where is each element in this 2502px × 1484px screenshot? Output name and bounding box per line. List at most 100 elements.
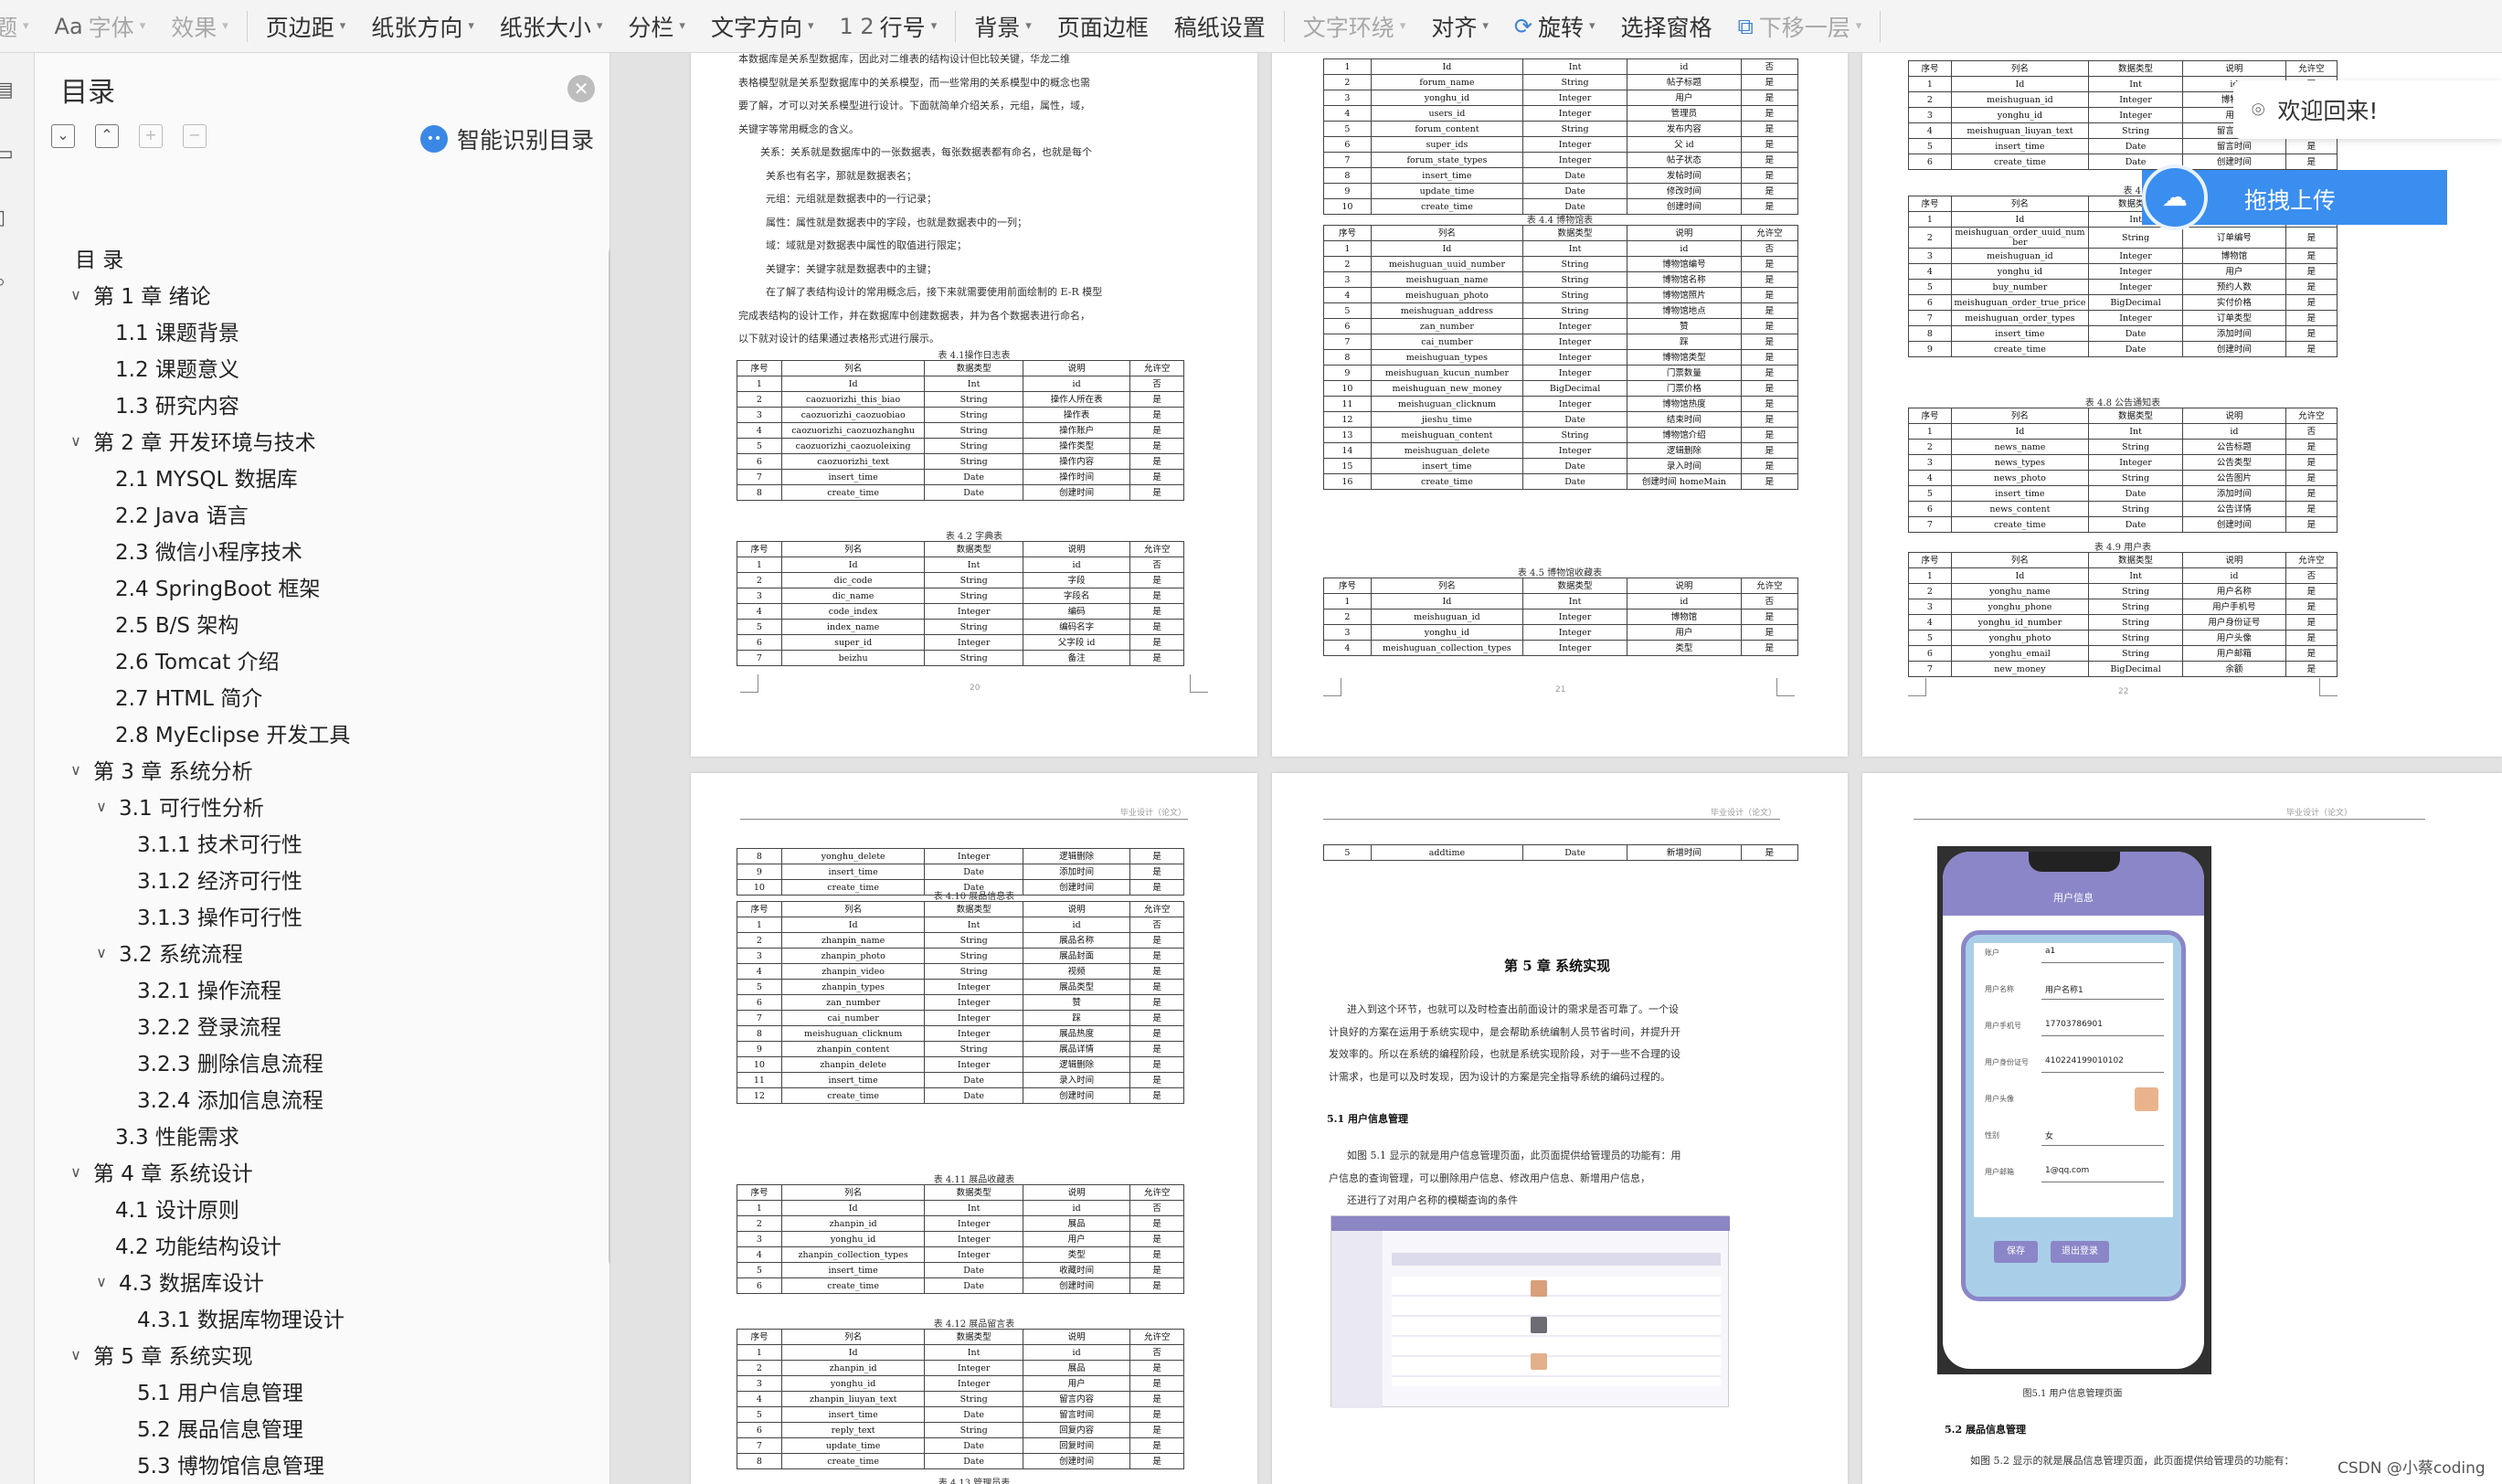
toolbar-item-7[interactable]: 文字方向 ▾ [698,0,827,52]
table-cell: Integer [1521,640,1628,656]
chevron-down-icon[interactable]: ∨ [64,432,88,450]
toc-item[interactable]: ∨ 第 2 章 开发环境与技术 [64,422,315,459]
avatar[interactable] [2135,1087,2158,1111]
toolbar-item-14[interactable]: ⟳ 旋转 ▾ [1501,0,1608,52]
toolbar-item-16[interactable]: ⧉ 下移一层 ▾ [1725,0,1875,52]
bookmark-icon[interactable]: ▯ [0,207,18,238]
smart-toc-button[interactable]: •• 智能识别目录 [420,122,594,155]
toc-item[interactable]: 2.6 Tomcat 介绍 [115,641,280,678]
phone-field-value[interactable]: 女 [2041,1129,2164,1146]
table-cell: create_time [780,1453,926,1469]
demote-level-icon[interactable]: − [183,124,207,148]
phone-field-value[interactable]: 用户名称1 [2041,983,2164,1000]
table-cell: 12 [737,1087,782,1104]
toolbar-item-0[interactable]: 题▾ [0,0,42,52]
toolbar-item-4[interactable]: 纸张方向 ▾ [358,0,487,52]
toc-item[interactable]: 1.2 课题意义 [115,349,239,386]
toc-item[interactable]: ∨ 第 4 章 系统设计 [64,1153,252,1190]
table-cell: Integer [924,603,1023,620]
table-cell: 是 [1740,349,1799,366]
toolbar-item-1[interactable]: Aa 字体 ▾ [42,0,159,52]
toc-item[interactable]: 2.3 微信小程序技术 [115,532,302,568]
toc-item[interactable]: 1.3 研究内容 [115,386,239,422]
table-cell: 用户 [1627,90,1742,106]
chevron-down-icon: ▾ [139,19,146,33]
toc-item[interactable]: 5.2 展品信息管理 [137,1409,303,1446]
toc-item[interactable]: 3.2.2 登录流程 [137,1007,281,1044]
table-cell: dic_name [780,588,926,604]
toolbar-item-13[interactable]: 对齐 ▾ [1418,0,1501,52]
table-cell: id [1022,556,1131,573]
toc-item[interactable]: ∨ 3.2 系统流程 [90,934,243,970]
toc-item[interactable]: 2.1 MYSQL 数据库 [115,459,298,495]
table-row: 8 insert_time Date 发帖时间是 [1323,167,1799,184]
toolbar-item-8[interactable]: 1 2 行号 ▾ [827,0,950,52]
toc-item[interactable]: 2.2 Java 语言 [115,495,249,532]
table-row: 5 insert_time Date 收藏时间是 [737,1262,1184,1278]
phone-logout-button[interactable]: 退出登录 [2051,1241,2109,1263]
toolbar-item-11[interactable]: 稿纸设置 [1161,0,1278,52]
phone-field-value[interactable]: 1@qq.com [2041,1166,2164,1182]
chevron-down-icon[interactable]: ∨ [90,1273,113,1290]
toc-item[interactable]: 4.1 设计原则 [115,1190,239,1226]
toolbar-item-3[interactable]: 页边距 ▾ [253,0,359,52]
toc-item[interactable]: 3.1.3 操作可行性 [137,897,302,934]
toolbar-item-9[interactable]: 背景 ▾ [961,0,1044,52]
toc-item[interactable]: ∨ 第 3 章 系统分析 [64,751,252,788]
toc-item[interactable]: 3.2.1 操作流程 [137,970,281,1007]
toolbar-item-12[interactable]: 文字环绕 ▾ [1290,0,1419,52]
toc-item[interactable]: 3.2.3 删除信息流程 [137,1044,323,1080]
search-icon[interactable]: ⌕ [0,270,18,302]
navigation-icon[interactable]: ▭ [0,143,18,174]
table-cell: 博物馆地点 [1627,302,1742,319]
table-cell: 备注 [1022,650,1131,666]
chevron-down-icon[interactable]: ∨ [90,944,113,961]
toc-item[interactable]: 3.3 性能需求 [115,1117,239,1153]
toc-item[interactable]: 4.3.1 数据库物理设计 [137,1299,345,1336]
toc-item[interactable]: 1.1 课题背景 [115,313,239,349]
toc-item[interactable]: 5.1 用户信息管理 [137,1373,303,1409]
phone-save-button[interactable]: 保存 [1994,1241,2038,1263]
table-cell: 6 [1908,501,1952,517]
toc-panel-icon[interactable]: ▤ [0,79,18,110]
toolbar-item-6[interactable]: 分栏 ▾ [615,0,698,52]
chevron-down-icon[interactable]: ∨ [64,1163,88,1181]
toc-item[interactable]: 3.1.2 经济可行性 [137,861,302,897]
table-cell: 是 [1740,256,1799,272]
phone-field-value[interactable]: 410224199010102 [2041,1056,2164,1073]
toc-item[interactable]: 5.3 博物馆信息管理 [137,1446,324,1482]
chevron-down-icon[interactable]: ∨ [64,761,88,779]
toc-item[interactable]: 3.1.1 技术可行性 [137,824,302,861]
phone-field-value[interactable]: a1 [2041,947,2164,963]
document-page-21: 1 Id Int id 否 2 forum_name String 帖子标题是 3 yonghu_i… [1272,53,1848,757]
toc-item[interactable]: ∨ 第 5 章 系统实现 [64,1336,252,1373]
collapse-all-icon[interactable]: ⌄ [51,124,75,148]
chevron-down-icon[interactable]: ∨ [64,286,88,303]
promote-level-icon[interactable]: + [139,124,163,148]
toolbar-item-5[interactable]: 纸张大小 ▾ [487,0,616,52]
toc-item[interactable]: 2.4 SpringBoot 框架 [115,568,320,605]
toc-item[interactable]: 2.5 B/S 架构 [115,605,239,641]
chevron-down-icon[interactable]: ∨ [90,798,113,815]
close-icon[interactable]: ✕ [567,75,595,102]
chevron-down-icon[interactable]: ∨ [64,1346,88,1363]
table-row: 1IdIntid否 [737,1200,1184,1216]
toolbar-item-10[interactable]: 页面边框 [1044,0,1161,52]
toc-item[interactable]: ∨ 第 1 章 绪论 [64,276,210,313]
toc-item[interactable]: 2.8 MyEclipse 开发工具 [115,715,350,751]
phone-field-value[interactable]: 17703786901 [2041,1020,2164,1036]
toc-item[interactable]: ∨ 3.1 可行性分析 [90,788,264,824]
table-cell: zhanpin_video [780,963,926,980]
toc-item[interactable]: 4.2 功能结构设计 [115,1226,281,1263]
toc-item[interactable]: 2.7 HTML 简介 [115,678,262,715]
toolbar-item-2[interactable]: 效果 ▾ [158,0,241,52]
drag-upload-button[interactable]: ☁ 拖拽上传 [2142,164,2447,230]
toc-item[interactable]: ∨ 4.3 数据库设计 [90,1263,264,1299]
table-cell: Int [924,1200,1023,1216]
table-cell: 6 [1323,318,1372,334]
toc-item[interactable]: 目 录 [75,239,123,276]
expand-up-icon[interactable]: ⌃ [95,124,119,148]
toc-item[interactable]: 3.2.4 添加信息流程 [137,1080,323,1117]
toolbar-item-15[interactable]: 选择窗格 [1608,0,1725,52]
table-cell: 录入时间 [1627,458,1742,474]
